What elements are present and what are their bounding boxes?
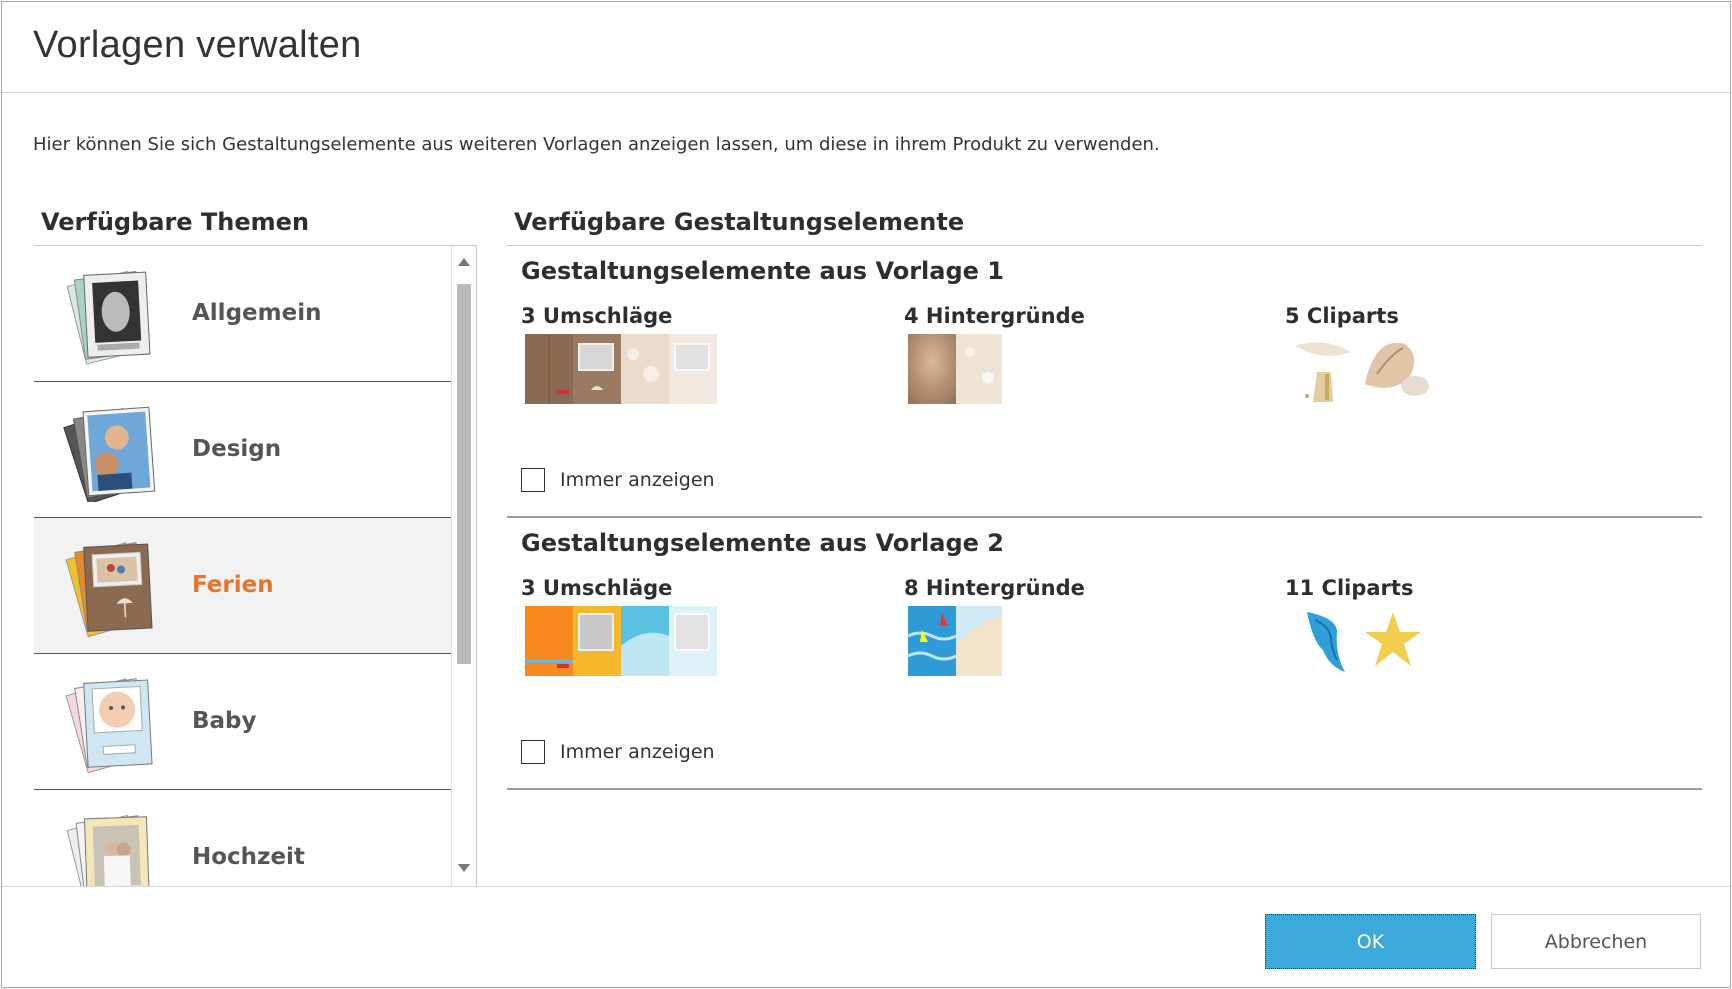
theme-baby-thumbnail (65, 678, 153, 774)
dialog-title: Vorlagen verwalten (33, 24, 362, 66)
covers-count: 3 Umschläge (521, 304, 673, 328)
covers-count: 3 Umschläge (521, 576, 673, 600)
covers-group[interactable]: 3 Umschläge (521, 304, 721, 404)
theme-hochzeit-thumbnail (66, 814, 150, 887)
scroll-thumb[interactable] (457, 284, 471, 664)
always-show-option[interactable]: Immer anzeigen (521, 740, 715, 764)
vorlage-title: Gestaltungselemente aus Vorlage 2 (521, 529, 1004, 557)
covers-thumbnail (525, 334, 717, 404)
always-show-option[interactable]: Immer anzeigen (521, 468, 715, 492)
theme-item-ferien[interactable]: Ferien (34, 518, 451, 654)
theme-allgemein-thumbnail (66, 270, 151, 365)
scroll-up-arrow-icon[interactable] (458, 258, 470, 266)
themes-scrollbar[interactable] (451, 246, 476, 887)
elements-panel: Gestaltungselemente aus Vorlage 1 3 Umsc… (507, 245, 1702, 790)
covers-thumbnail (525, 606, 717, 676)
cliparts-thumbnail (1307, 612, 1421, 672)
themes-list: Allgemein Design Ferien Baby Hochzeit (34, 246, 451, 887)
cliparts-count: 5 Cliparts (1285, 304, 1399, 328)
cliparts-group[interactable]: 11 Cliparts (1285, 576, 1435, 676)
dialog-footer: OK Abbrechen (2, 886, 1730, 989)
intro-text: Hier können Sie sich Gestaltungselemente… (33, 134, 1160, 155)
vorlage-section-1: Gestaltungselemente aus Vorlage 1 3 Umsc… (507, 246, 1702, 518)
themes-heading: Verfügbare Themen (41, 208, 310, 236)
elements-heading: Verfügbare Gestaltungselemente (514, 208, 965, 236)
vorlage-section-2: Gestaltungselemente aus Vorlage 2 3 Umsc… (507, 518, 1702, 790)
theme-item-design[interactable]: Design (34, 382, 451, 518)
cancel-button[interactable]: Abbrechen (1491, 914, 1701, 969)
manage-templates-dialog: Vorlagen verwalten Hier können Sie sich … (1, 1, 1731, 988)
backgrounds-thumbnail (907, 606, 1002, 676)
cliparts-thumbnail (1295, 342, 1429, 402)
theme-label: Hochzeit (192, 844, 305, 870)
theme-label: Design (192, 436, 282, 462)
cliparts-count: 11 Cliparts (1285, 576, 1414, 600)
theme-label: Ferien (192, 572, 274, 598)
theme-label: Baby (192, 708, 257, 734)
title-bar: Vorlagen verwalten (2, 2, 1730, 93)
backgrounds-count: 8 Hintergründe (904, 576, 1085, 600)
always-show-label[interactable]: Immer anzeigen (560, 469, 715, 491)
covers-group[interactable]: 3 Umschläge (521, 576, 721, 676)
theme-label: Allgemein (192, 300, 322, 326)
ok-button[interactable]: OK (1265, 914, 1476, 969)
vorlage-title: Gestaltungselemente aus Vorlage 1 (521, 257, 1004, 285)
checkbox-icon[interactable] (521, 740, 545, 764)
theme-item-baby[interactable]: Baby (34, 654, 451, 790)
backgrounds-group[interactable]: 8 Hintergründe (904, 576, 1085, 676)
scroll-down-arrow-icon[interactable] (458, 864, 470, 872)
backgrounds-count: 4 Hintergründe (904, 304, 1085, 328)
backgrounds-group[interactable]: 4 Hintergründe (904, 304, 1085, 404)
cliparts-group[interactable]: 5 Cliparts (1285, 304, 1435, 404)
theme-item-allgemein[interactable]: Allgemein (34, 246, 451, 382)
backgrounds-thumbnail (908, 334, 1002, 404)
themes-panel: Allgemein Design Ferien Baby Hochzeit (34, 245, 477, 887)
checkbox-icon[interactable] (521, 468, 545, 492)
theme-item-hochzeit[interactable]: Hochzeit (34, 790, 451, 887)
always-show-label[interactable]: Immer anzeigen (560, 741, 715, 763)
theme-ferien-thumbnail (65, 542, 153, 638)
theme-design-thumbnail (63, 406, 156, 502)
